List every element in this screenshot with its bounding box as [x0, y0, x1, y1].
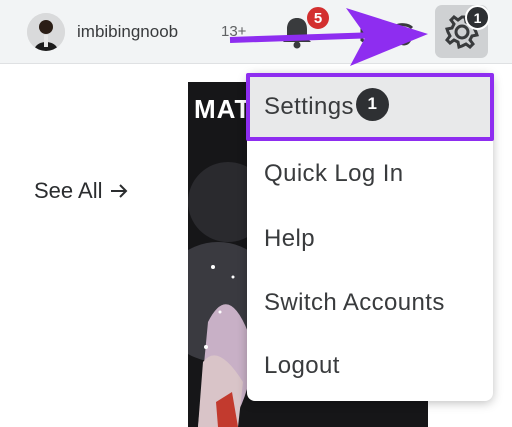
age-tag: 13+	[221, 23, 247, 40]
menu-item-label: Switch Accounts	[264, 289, 445, 316]
menu-item-badge: 1	[355, 87, 389, 121]
username[interactable]: imbibingnoob	[77, 22, 178, 42]
menu-item-quick-log-in[interactable]: Quick Log In	[247, 143, 493, 205]
notification-count-badge: 5	[305, 5, 331, 31]
see-all-link[interactable]: See All	[34, 178, 129, 204]
menu-item-help[interactable]: Help	[247, 208, 493, 270]
robux-icon[interactable]	[356, 16, 416, 50]
arrow-right-icon	[110, 184, 127, 198]
menu-item-label: Help	[264, 225, 315, 252]
menu-item-label: Logout	[264, 352, 340, 379]
menu-item-logout[interactable]: Logout	[247, 335, 493, 397]
menu-item-switch-accounts[interactable]: Switch Accounts	[247, 272, 493, 334]
menu-item-label: Settings	[264, 93, 354, 120]
menu-item-settings[interactable]: Settings 1	[246, 73, 494, 141]
settings-notification-badge: 1	[465, 5, 490, 30]
see-all-label: See All	[34, 178, 103, 203]
top-navigation-bar: imbibingnoob 13+ 5 1	[0, 0, 512, 64]
banner-text: MAT	[194, 94, 252, 124]
menu-item-label: Quick Log In	[264, 160, 404, 187]
avatar[interactable]	[27, 13, 65, 51]
settings-dropdown-menu: Settings 1 Quick Log In Help Switch Acco…	[246, 73, 494, 401]
